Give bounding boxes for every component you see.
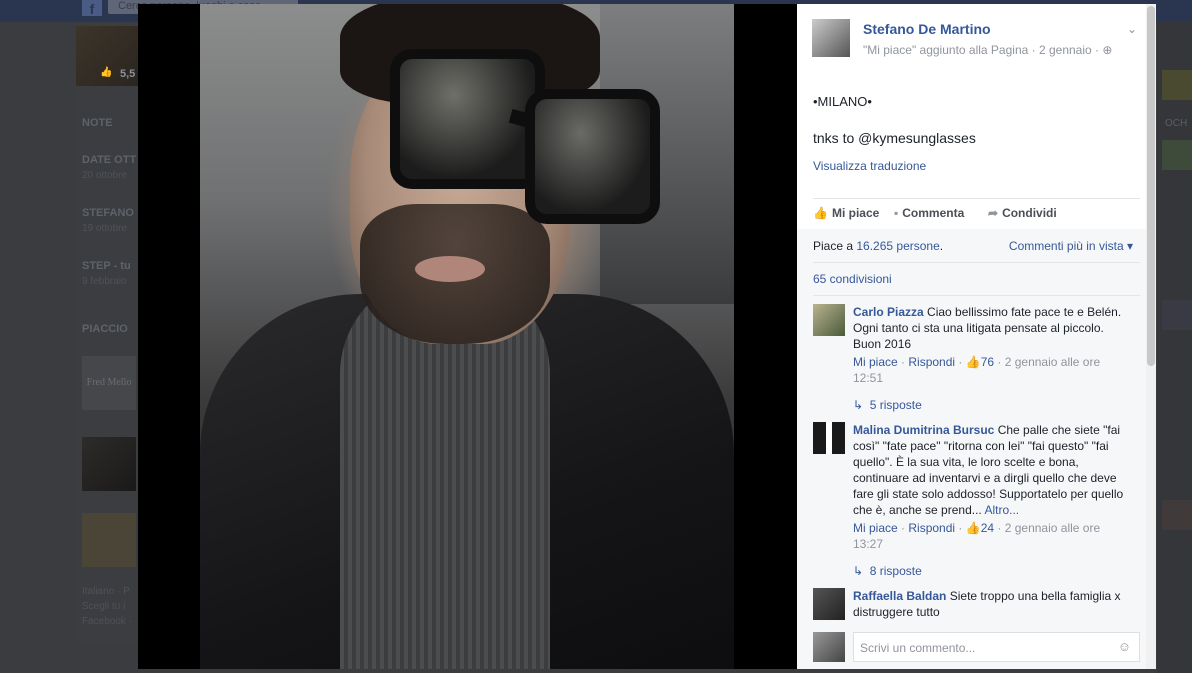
share-button[interactable]: ➦ Condividi [988, 206, 1057, 220]
background-note-date: 9 febbraio [82, 276, 127, 287]
post-text-line: tnks to @kymesunglasses [813, 130, 976, 146]
chevron-down-icon[interactable]: ⌄ [1127, 22, 1137, 36]
likes-summary: Piace a 16.265 persone. [813, 239, 944, 253]
commenter-name[interactable]: Malina Dumitrina Bursuc [853, 423, 994, 437]
scrollbar-thumb[interactable] [1147, 6, 1155, 366]
background-liked-page-thumb [82, 513, 136, 567]
comment-button[interactable]: ▪ Commenta [894, 206, 964, 220]
thumbs-up-icon: 👍 [965, 355, 981, 369]
commenter-name[interactable]: Carlo Piazza [853, 305, 924, 319]
background-liked-page-logo: Fred Mello [82, 356, 136, 410]
likes-count-link[interactable]: 16.265 persone [856, 239, 939, 253]
thumbs-up-icon: 👍 [813, 206, 828, 220]
author-avatar[interactable] [812, 19, 850, 57]
author-name-link[interactable]: Stefano De Martino [863, 21, 991, 37]
comment-reply-link[interactable]: Rispondi [908, 355, 955, 369]
background-section-note: NOTE [82, 117, 113, 129]
thumbs-up-icon: 👍 [965, 521, 981, 535]
like-button[interactable]: 👍 Mi piace [813, 206, 879, 220]
comment-sort-dropdown[interactable]: Commenti più in vista ▾ [1009, 239, 1133, 253]
background-right-label: OCH [1165, 118, 1188, 129]
commenter-avatar[interactable] [813, 422, 845, 454]
comment-body: Malina Dumitrina Bursuc Che palle che si… [853, 422, 1133, 552]
divider [813, 295, 1140, 296]
reply-arrow-icon: ↳ [853, 398, 864, 412]
see-more-link[interactable]: Altro... [984, 503, 1019, 517]
sunglasses-right-lens [525, 89, 660, 224]
see-translation-link[interactable]: Visualizza traduzione [813, 159, 926, 173]
divider [813, 198, 1140, 199]
background-right-thumb [1162, 140, 1192, 170]
comment-meta: Mi piace · Rispondi · 👍24 · 2 gennaio al… [853, 521, 1101, 551]
share-arrow-icon: ➦ [988, 206, 999, 220]
commenter-avatar[interactable] [813, 304, 845, 336]
globe-icon: ⊕ [1102, 43, 1113, 57]
background-right-thumb [1162, 70, 1192, 100]
post-photo[interactable] [200, 4, 734, 669]
comment-meta: Mi piace · Rispondi · 👍76 · 2 gennaio al… [853, 355, 1101, 385]
view-replies-link[interactable]: ↳ 8 risposte [853, 564, 922, 578]
comment-input[interactable]: Scrivi un commento... ☺ [853, 632, 1140, 662]
background-note-title: STEP - tu [82, 260, 131, 272]
commenter-name[interactable]: Raffaella Baldan [853, 589, 946, 603]
divider [813, 262, 1140, 263]
comment-like-count[interactable]: 👍24 [966, 521, 994, 535]
background-liked-page-thumb [82, 437, 136, 491]
background-section-likes: PIACCIO [82, 323, 128, 335]
post-text-line: •MILANO• [813, 94, 872, 109]
like-icon: 👍 [100, 67, 113, 78]
background-footer-line: Italiano · P [82, 586, 130, 597]
speech-bubble-icon: ▪ [894, 206, 899, 220]
background-right-thumb [1162, 500, 1192, 530]
comment-composer: Scrivi un commento... ☺ [813, 630, 1140, 664]
caret-down-icon: ▾ [1126, 239, 1133, 253]
comment-body: Raffaella Baldan Siete troppo una bella … [853, 588, 1133, 620]
background-note-date: 19 ottobre [82, 223, 128, 234]
comment-like-link[interactable]: Mi piace [853, 521, 898, 535]
comment-reply-link[interactable]: Rispondi [908, 521, 955, 535]
shares-link[interactable]: 65 condivisioni [813, 272, 892, 286]
background-footer-line: Facebook · [82, 616, 133, 627]
comment-like-link[interactable]: Mi piace [853, 355, 898, 369]
post-subtitle: "Mi piace" aggiunto alla Pagina · 2 genn… [863, 43, 1113, 57]
smiley-icon[interactable]: ☺ [1118, 639, 1131, 654]
comment-body: Carlo Piazza Ciao bellissimo fate pace t… [853, 304, 1133, 386]
comment-like-count[interactable]: 👍76 [966, 355, 994, 369]
commenter-avatar[interactable] [813, 588, 845, 620]
comment-input-placeholder: Scrivi un commento... [860, 641, 976, 655]
background-footer-line: Scegli tu i [82, 601, 126, 612]
reply-arrow-icon: ↳ [853, 564, 864, 578]
panel-scrollbar[interactable] [1146, 4, 1156, 669]
background-note-date: 20 ottobre [82, 170, 128, 181]
background-right-thumb [1162, 300, 1192, 330]
facebook-logo-icon: f [82, 0, 102, 17]
current-user-avatar [813, 632, 845, 662]
lips [415, 256, 485, 282]
background-note-title: STEFANO [82, 207, 134, 219]
post-side-panel: Stefano De Martino "Mi piace" aggiunto a… [797, 4, 1156, 669]
background-note-title: DATE OTT [82, 154, 137, 166]
view-replies-link[interactable]: ↳ 5 risposte [853, 398, 922, 412]
background-likes-badge: 5,5 [120, 68, 136, 80]
